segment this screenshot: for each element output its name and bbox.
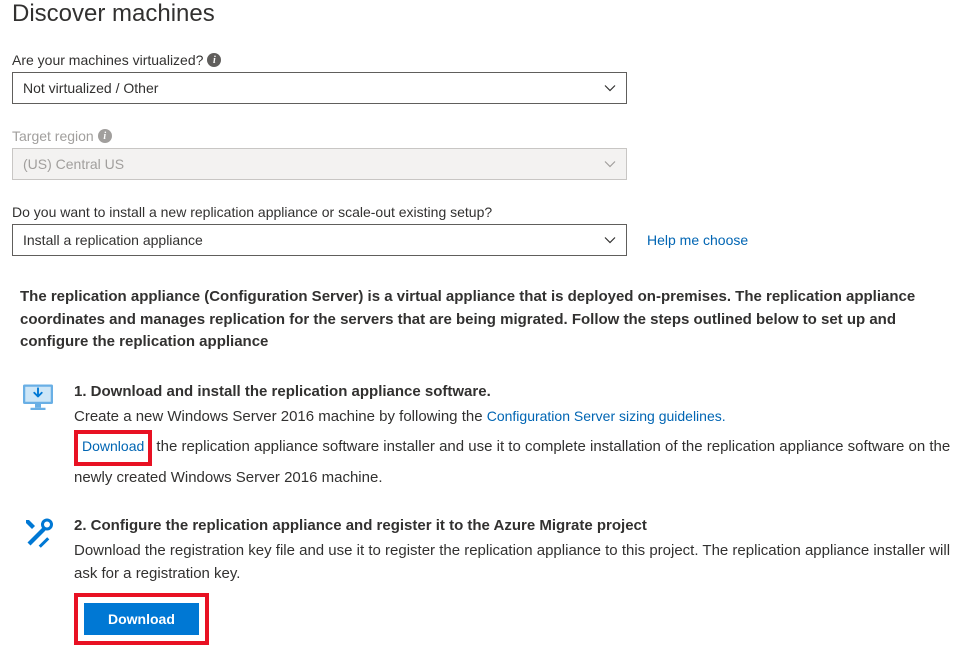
help-me-choose-link[interactable]: Help me choose	[647, 232, 748, 248]
step-2: 2. Configure the replication appliance a…	[20, 514, 967, 646]
install-select[interactable]: Install a replication appliance	[12, 224, 627, 256]
chevron-down-icon	[604, 82, 616, 94]
step-1-line2: the replication appliance software insta…	[74, 438, 950, 486]
virtualized-field: Are your machines virtualized? i Not vir…	[12, 52, 967, 104]
step-2-text: Download the registration key file and u…	[74, 539, 967, 586]
virtualized-select[interactable]: Not virtualized / Other	[12, 72, 627, 104]
virtualized-label: Are your machines virtualized? i	[12, 52, 967, 68]
region-field: Target region i (US) Central US	[12, 128, 967, 180]
install-label: Do you want to install a new replication…	[12, 204, 967, 220]
virtualized-label-text: Are your machines virtualized?	[12, 52, 203, 68]
info-icon[interactable]: i	[207, 53, 221, 67]
monitor-download-icon	[20, 380, 56, 419]
region-select-value: (US) Central US	[23, 156, 604, 172]
region-select: (US) Central US	[12, 148, 627, 180]
chevron-down-icon	[604, 158, 616, 170]
virtualized-select-value: Not virtualized / Other	[23, 80, 604, 96]
step-1-title: 1. Download and install the replication …	[74, 380, 967, 403]
download-link-highlight: Download	[74, 430, 152, 466]
chevron-down-icon	[604, 234, 616, 246]
tools-icon	[20, 514, 56, 553]
sizing-guidelines-link[interactable]: Configuration Server sizing guidelines.	[487, 408, 726, 424]
download-link[interactable]: Download	[82, 438, 144, 454]
download-button-highlight: Download	[74, 593, 209, 645]
install-select-value: Install a replication appliance	[23, 232, 604, 248]
step-1-line1a: Create a new Windows Server 2016 machine…	[74, 408, 487, 425]
step-1: 1. Download and install the replication …	[20, 380, 967, 490]
install-field: Do you want to install a new replication…	[12, 204, 967, 256]
install-label-text: Do you want to install a new replication…	[12, 204, 492, 220]
region-label-text: Target region	[12, 128, 94, 144]
info-icon[interactable]: i	[98, 129, 112, 143]
step-2-title: 2. Configure the replication appliance a…	[74, 514, 967, 537]
region-label: Target region i	[12, 128, 967, 144]
download-button[interactable]: Download	[84, 603, 199, 635]
step-1-text: Create a new Windows Server 2016 machine…	[74, 405, 967, 490]
intro-text: The replication appliance (Configuration…	[20, 286, 959, 354]
page-title: Discover machines	[12, 0, 967, 28]
